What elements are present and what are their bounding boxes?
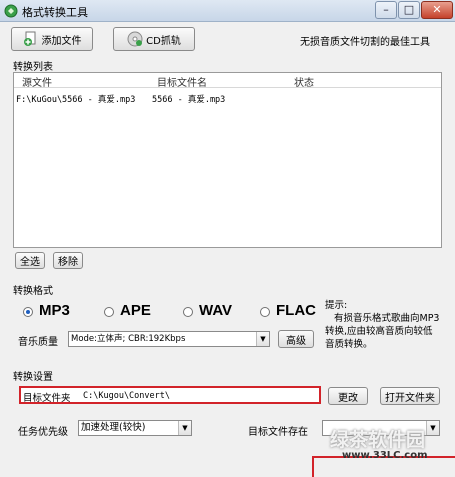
radio-mp3[interactable] <box>23 307 33 317</box>
priority-label: 任务优先级 <box>18 427 68 438</box>
settings-section-title: 转换设置 <box>13 372 53 383</box>
format-section-title: 转换格式 <box>13 286 53 297</box>
hint-line-3: 音质转换。 <box>325 339 373 350</box>
advanced-button[interactable]: 高级 <box>278 330 314 348</box>
radio-wav[interactable] <box>183 307 193 317</box>
radio-flac[interactable] <box>260 307 270 317</box>
add-file-button[interactable]: 添加文件 <box>11 27 93 51</box>
minimize-button[interactable]: – <box>375 1 397 19</box>
list-header: 源文件 目标文件名 状态 <box>14 73 441 89</box>
convert-list-title: 转换列表 <box>13 62 53 73</box>
hint-line-1: 有损音乐格式歌曲向MP3 <box>334 313 440 324</box>
chevron-down-icon: ▼ <box>256 332 269 346</box>
column-header-source[interactable]: 源文件 <box>22 74 52 89</box>
cd-grab-label: CD抓轨 <box>146 35 181 47</box>
open-folder-button[interactable]: 打开文件夹 <box>380 387 440 405</box>
chevron-down-icon: ▼ <box>178 421 191 435</box>
maximize-button[interactable]: □ <box>398 1 420 19</box>
column-header-target[interactable]: 目标文件名 <box>157 74 207 89</box>
quality-select[interactable]: Mode:立体声; CBR:192Kbps ▼ <box>68 331 270 347</box>
quality-value: Mode:立体声; CBR:192Kbps <box>71 334 186 344</box>
quality-label: 音乐质量 <box>18 337 58 348</box>
change-folder-button[interactable]: 更改 <box>328 387 368 405</box>
row-source-file: F:\KuGou\5566 - 真爱.mp3 <box>16 95 136 105</box>
priority-select[interactable]: 加速处理(较快) ▼ <box>78 420 192 436</box>
app-icon <box>4 4 18 18</box>
convert-list[interactable]: 源文件 目标文件名 状态 F:\KuGou\5566 - 真爱.mp3 5566… <box>13 72 442 248</box>
hint-line-2: 转换,应由较高音质向较低 <box>325 326 433 337</box>
priority-value: 加速处理(较快) <box>81 422 146 433</box>
select-all-button[interactable]: 全选 <box>15 252 45 269</box>
window-title: 格式转换工具 <box>22 6 88 19</box>
row-target-file: 5566 - 真爱.mp3 <box>152 95 226 105</box>
format-label-mp3[interactable]: MP3 <box>39 302 70 319</box>
column-header-status[interactable]: 状态 <box>294 74 314 89</box>
watermark-url: www.33LC.com <box>342 450 428 461</box>
table-row[interactable]: F:\KuGou\5566 - 真爱.mp3 5566 - 真爱.mp3 <box>14 91 441 105</box>
target-folder-value: C:\Kugou\Convert\ <box>83 391 170 401</box>
title-bar: 格式转换工具 – □ ✕ <box>0 0 455 22</box>
cd-disc-icon <box>127 31 143 47</box>
format-label-ape[interactable]: APE <box>120 302 151 319</box>
radio-ape[interactable] <box>104 307 114 317</box>
watermark-logo: 绿茶软件园 <box>330 430 426 451</box>
chevron-down-icon: ▼ <box>426 421 439 435</box>
target-folder-label: 目标文件夹 <box>23 393 71 404</box>
target-folder-field[interactable]: 目标文件夹 C:\Kugou\Convert\ <box>19 386 321 404</box>
format-label-wav[interactable]: WAV <box>199 302 232 319</box>
hint-title: 提示: <box>325 300 348 311</box>
format-label-flac[interactable]: FLAC <box>276 302 316 319</box>
add-file-icon <box>23 31 35 46</box>
cd-grab-button[interactable]: CD抓轨 <box>113 27 195 51</box>
close-button[interactable]: ✕ <box>421 1 453 19</box>
remove-button[interactable]: 移除 <box>53 252 83 269</box>
add-file-label: 添加文件 <box>41 35 82 47</box>
slogan-text: 无损音质文件切割的最佳工具 <box>300 37 430 48</box>
target-exists-label: 目标文件存在 <box>248 427 308 438</box>
